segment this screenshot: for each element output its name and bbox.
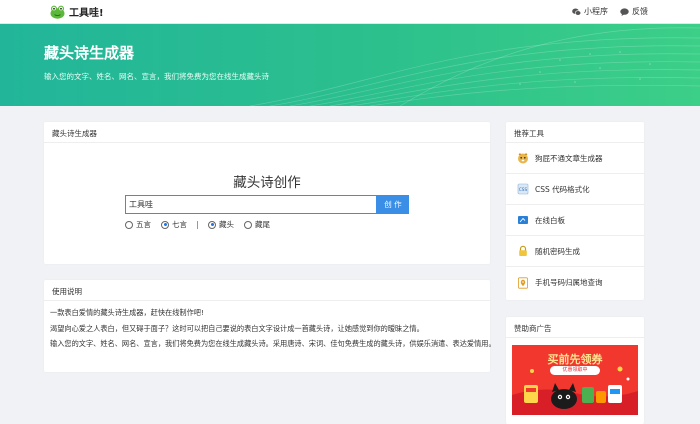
create-button[interactable]: 创 作 bbox=[377, 195, 409, 214]
usage-paragraph: 输入您的文字、姓名、网名、宣言，我们将免费为您在线生成藏头诗。采用唐诗、宋词、佳… bbox=[50, 339, 496, 349]
radio-hide-head[interactable] bbox=[208, 220, 216, 229]
sponsor-ad-title: 赞助商广告 bbox=[506, 317, 644, 338]
radio-hide-tail[interactable] bbox=[244, 220, 252, 229]
usage-card-title: 使用说明 bbox=[44, 280, 490, 301]
ad-headline: 买前先领券 bbox=[547, 353, 603, 366]
page-subtitle: 输入您的文字、姓名、网名、宣言，我们将免费为您在线生成藏头诗 bbox=[44, 72, 269, 81]
hero-wave-decoration bbox=[249, 27, 700, 106]
tool-item-whiteboard[interactable]: 在线白板 bbox=[506, 205, 644, 236]
generator-card: 藏头诗生成器 藏头诗创作 创 作 五言 七言 藏头 藏尾 bbox=[44, 122, 490, 264]
tool-item-label: 狗屁不通文章生成器 bbox=[535, 153, 603, 163]
frog-logo-icon bbox=[50, 5, 65, 19]
usage-paragraph: 一款表白爱情的藏头诗生成器，赶快在线制作吧! bbox=[50, 308, 204, 317]
sponsor-ad-banner[interactable]: 买前先领券 优惠领取中 bbox=[512, 345, 638, 415]
option-seven-char[interactable]: 七言 bbox=[161, 219, 187, 230]
ad-subline: 优惠领取中 bbox=[562, 367, 588, 373]
doge-icon bbox=[518, 152, 528, 164]
tool-item-phone-location[interactable]: 手机号码归属地查询 bbox=[506, 267, 644, 298]
top-navbar: 工具哇! 小程序 反馈 bbox=[0, 0, 700, 24]
usage-body: 一款表白爱情的藏头诗生成器，赶快在线制作吧! 渴望向心爱之人表白，但又碍于面子？… bbox=[44, 301, 496, 364]
feedback-label: 反馈 bbox=[632, 7, 648, 16]
wechat-icon bbox=[572, 8, 581, 16]
mini-program-link[interactable]: 小程序 bbox=[572, 6, 608, 17]
option-hide-head-label: 藏头 bbox=[219, 220, 234, 229]
usage-card: 使用说明 一款表白爱情的藏头诗生成器，赶快在线制作吧! 渴望向心爱之人表白，但又… bbox=[44, 280, 496, 372]
lock-icon bbox=[519, 245, 527, 256]
option-five-char-label: 五言 bbox=[136, 220, 151, 229]
option-seven-char-label: 七言 bbox=[172, 220, 187, 229]
site-logo[interactable]: 工具哇! bbox=[50, 4, 104, 19]
tool-item-label: 随机密码生成 bbox=[535, 246, 580, 256]
option-hide-head[interactable]: 藏头 bbox=[208, 219, 234, 230]
page-title: 藏头诗生成器 bbox=[44, 44, 135, 62]
hero-banner: 藏头诗生成器 输入您的文字、姓名、网名、宣言，我们将免费为您在线生成藏头诗 bbox=[0, 24, 700, 106]
svg-text:CSS: CSS bbox=[519, 187, 528, 192]
feedback-link[interactable]: 反馈 bbox=[620, 6, 648, 17]
tool-item-random-password[interactable]: 随机密码生成 bbox=[506, 236, 644, 267]
tool-item-doge-article[interactable]: 狗屁不通文章生成器 bbox=[506, 143, 644, 174]
recommended-tools-title: 推荐工具 bbox=[506, 122, 644, 143]
options-divider bbox=[197, 220, 198, 229]
tool-item-label: 手机号码归属地查询 bbox=[535, 278, 603, 287]
tool-item-css-format[interactable]: CSS CSS 代码格式化 bbox=[506, 174, 644, 205]
option-hide-tail-label: 藏尾 bbox=[255, 220, 270, 229]
option-five-char[interactable]: 五言 bbox=[125, 219, 151, 230]
mini-program-label: 小程序 bbox=[584, 7, 608, 16]
radio-five-char[interactable] bbox=[125, 220, 133, 229]
tool-item-label: 在线白板 bbox=[535, 215, 565, 225]
usage-paragraph: 渴望向心爱之人表白，但又碍于面子？这时可以把自己要说的表白文字设计成一首藏头诗，… bbox=[50, 323, 424, 333]
poem-text-input[interactable] bbox=[125, 195, 377, 214]
radio-seven-char[interactable] bbox=[161, 220, 169, 229]
chat-icon bbox=[620, 7, 629, 16]
css-icon: CSS bbox=[517, 183, 529, 195]
generator-heading: 藏头诗创作 bbox=[233, 175, 301, 191]
tool-item-label: CSS 代码格式化 bbox=[535, 184, 590, 194]
site-logo-text: 工具哇! bbox=[69, 8, 104, 19]
top-links: 小程序 反馈 bbox=[572, 6, 648, 17]
location-icon bbox=[518, 276, 528, 289]
recommended-tools-card: 推荐工具 狗屁不通文章生成器 CSS CSS 代码格式化 在线白板 随机密码生成 bbox=[506, 122, 644, 300]
whiteboard-icon bbox=[518, 216, 528, 224]
option-hide-tail[interactable]: 藏尾 bbox=[244, 219, 270, 230]
generator-options: 五言 七言 藏头 藏尾 bbox=[125, 219, 280, 230]
generator-card-title: 藏头诗生成器 bbox=[44, 122, 490, 143]
sponsor-ad-card: 赞助商广告 买前先领券 优惠领取中 bbox=[506, 317, 644, 424]
